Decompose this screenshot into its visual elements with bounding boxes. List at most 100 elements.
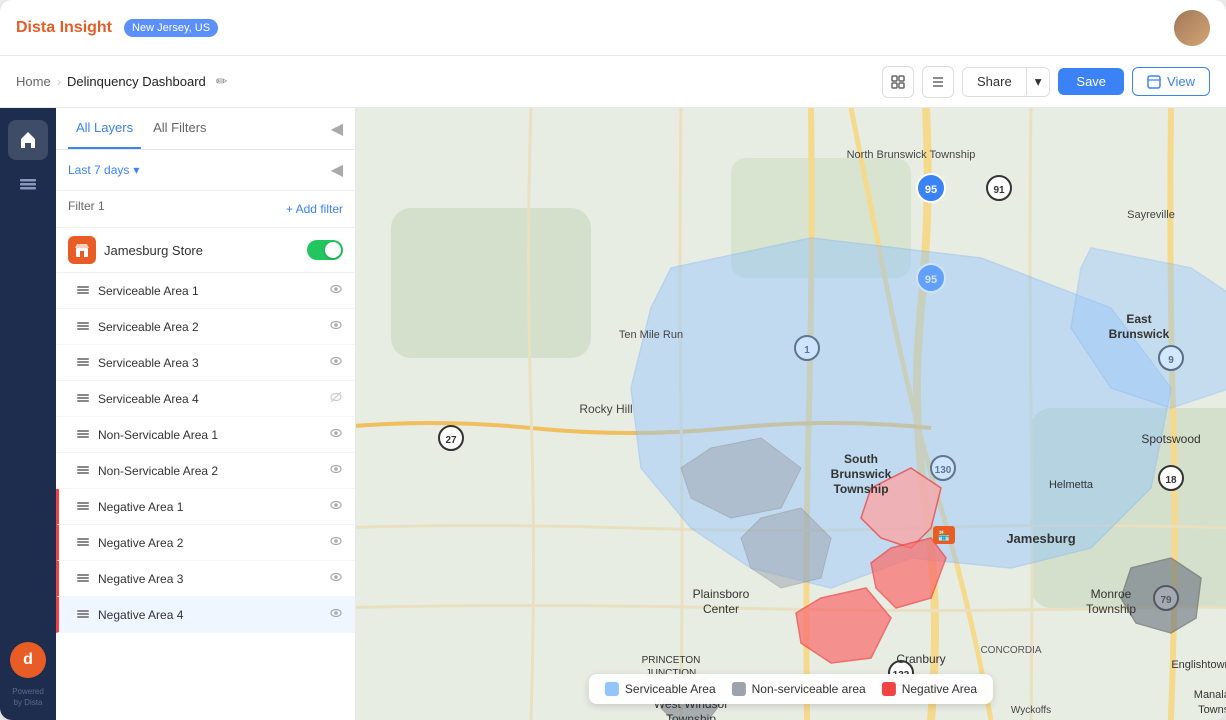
top-bar-left: Dista Insight New Jersey, US — [16, 19, 218, 37]
breadcrumb-home[interactable]: Home — [16, 74, 51, 89]
svg-text:27: 27 — [445, 435, 457, 446]
list-view-icon-btn[interactable] — [922, 66, 954, 98]
legend-nonserviceable-dot — [732, 682, 746, 696]
top-bar: Dista Insight New Jersey, US — [0, 0, 1226, 56]
save-button[interactable]: Save — [1058, 68, 1124, 95]
svg-text:Jamesburg: Jamesburg — [1006, 531, 1075, 546]
dista-logo: d — [10, 642, 46, 678]
svg-text:Township: Township — [1086, 602, 1136, 616]
sidebar-bottom: d Poweredby Dista — [10, 642, 46, 708]
layer-visibility-icon[interactable] — [329, 570, 343, 587]
filter-time-selector[interactable]: Last 7 days ▾ — [68, 163, 139, 177]
panel-collapse-button[interactable]: ◀ — [331, 119, 343, 139]
layer-item[interactable]: Serviceable Area 3 — [56, 345, 355, 381]
svg-text:Monroe: Monroe — [1091, 587, 1132, 601]
svg-text:South: South — [844, 452, 878, 466]
sidebar-item-layers[interactable] — [8, 164, 48, 204]
layer-item[interactable]: Non-Servicable Area 1 — [56, 417, 355, 453]
view-button[interactable]: View — [1132, 67, 1210, 96]
svg-text:Township: Township — [833, 482, 888, 496]
filter-row-collapse[interactable]: ◀ — [331, 160, 343, 180]
sidebar-item-home[interactable] — [8, 120, 48, 160]
filter-time-label: Last 7 days — [68, 163, 129, 177]
map-view-icon-btn[interactable] — [882, 66, 914, 98]
layer-visibility-icon[interactable] — [329, 498, 343, 515]
layer-name-label: Negative Area 2 — [98, 536, 321, 550]
edit-dashboard-icon[interactable]: ✏ — [216, 73, 228, 90]
layer-type-icon — [76, 390, 90, 407]
svg-text:Helmetta: Helmetta — [1049, 479, 1094, 491]
store-building-icon — [74, 242, 90, 258]
list-icon — [930, 74, 946, 90]
layer-item[interactable]: Serviceable Area 4 — [56, 381, 355, 417]
map-area[interactable]: 95 95 1 130 9 18 27 133 79 91 — [356, 108, 1226, 720]
layer-name-label: Non-Servicable Area 1 — [98, 428, 321, 442]
share-group: Share ▾ — [962, 67, 1050, 97]
layer-name-label: Negative Area 3 — [98, 572, 321, 586]
layer-item[interactable]: Negative Area 1 — [56, 489, 355, 525]
layer-name-label: Negative Area 4 — [98, 608, 321, 622]
map-legend: Serviceable Area Non-serviceable area Ne… — [589, 674, 993, 704]
legend-negative-label: Negative Area — [902, 682, 977, 696]
layer-name-label: Serviceable Area 4 — [98, 392, 321, 406]
svg-text:Englishtown: Englishtown — [1171, 659, 1226, 671]
layer-visibility-icon[interactable] — [329, 462, 343, 479]
svg-text:Rocky Hill: Rocky Hill — [579, 402, 632, 416]
svg-text:Brunswick: Brunswick — [1109, 327, 1170, 341]
store-toggle[interactable] — [307, 240, 343, 260]
layer-visibility-icon[interactable] — [329, 426, 343, 443]
layer-item[interactable]: Negative Area 4 — [56, 597, 355, 633]
layer-item[interactable]: Serviceable Area 1 — [56, 273, 355, 309]
svg-text:CONCORDIA: CONCORDIA — [980, 645, 1041, 656]
layer-visibility-icon[interactable] — [329, 318, 343, 335]
legend-serviceable-label: Serviceable Area — [625, 682, 716, 696]
sidebar: d Poweredby Dista — [0, 108, 56, 720]
toggle-knob — [325, 242, 341, 258]
layer-item[interactable]: Serviceable Area 2 — [56, 309, 355, 345]
store-row: Jamesburg Store — [56, 228, 355, 273]
avatar[interactable] — [1174, 10, 1210, 46]
layer-visibility-icon[interactable] — [329, 534, 343, 551]
svg-text:PRINCETON: PRINCETON — [642, 655, 701, 666]
svg-text:Spotswood: Spotswood — [1141, 432, 1200, 446]
map-svg: 95 95 1 130 9 18 27 133 79 91 — [356, 108, 1226, 720]
share-dropdown-button[interactable]: ▾ — [1027, 68, 1050, 96]
layer-visibility-icon[interactable] — [329, 354, 343, 371]
filter-number-label: Filter 1 — [68, 199, 105, 213]
layer-visibility-icon[interactable] — [329, 282, 343, 299]
layer-type-icon — [76, 462, 90, 479]
share-button[interactable]: Share — [963, 68, 1027, 95]
layer-item[interactable]: Negative Area 2 — [56, 525, 355, 561]
panel-filter-row: Last 7 days ▾ ◀ — [56, 150, 355, 191]
layer-item[interactable]: Non-Servicable Area 2 — [56, 453, 355, 489]
panel-tabs: All Layers All Filters ◀ — [56, 108, 355, 150]
layers-icon — [18, 174, 38, 194]
main-content: d Poweredby Dista All Layers All Filters… — [0, 108, 1226, 720]
layer-type-icon — [76, 426, 90, 443]
legend-serviceable: Serviceable Area — [605, 682, 716, 696]
home-icon — [18, 130, 38, 150]
layer-name-label: Serviceable Area 1 — [98, 284, 321, 298]
avatar-image — [1174, 10, 1210, 46]
layer-type-icon — [76, 354, 90, 371]
store-icon — [68, 236, 96, 264]
svg-text:Brunswick: Brunswick — [831, 467, 892, 481]
tab-all-layers[interactable]: All Layers — [68, 108, 141, 149]
layer-list: Serviceable Area 1Serviceable Area 2Serv… — [56, 273, 355, 720]
layer-type-icon — [76, 498, 90, 515]
svg-text:🏪: 🏪 — [938, 529, 950, 542]
breadcrumb-current: Delinquency Dashboard — [67, 74, 206, 89]
layer-type-icon — [76, 570, 90, 587]
layer-item[interactable]: Negative Area 3 — [56, 561, 355, 597]
layer-visibility-icon[interactable] — [329, 390, 343, 407]
layer-name-label: Negative Area 1 — [98, 500, 321, 514]
legend-negative: Negative Area — [882, 682, 977, 696]
view-label: View — [1167, 74, 1195, 89]
tab-all-filters[interactable]: All Filters — [145, 108, 214, 149]
panel: All Layers All Filters ◀ Last 7 days ▾ ◀… — [56, 108, 356, 720]
layer-type-icon — [76, 606, 90, 623]
add-filter-button[interactable]: + Add filter — [286, 202, 343, 216]
filter-section: Filter 1 + Add filter — [56, 191, 355, 228]
layer-visibility-icon[interactable] — [329, 606, 343, 623]
svg-text:North Brunswick Township: North Brunswick Township — [847, 149, 976, 161]
